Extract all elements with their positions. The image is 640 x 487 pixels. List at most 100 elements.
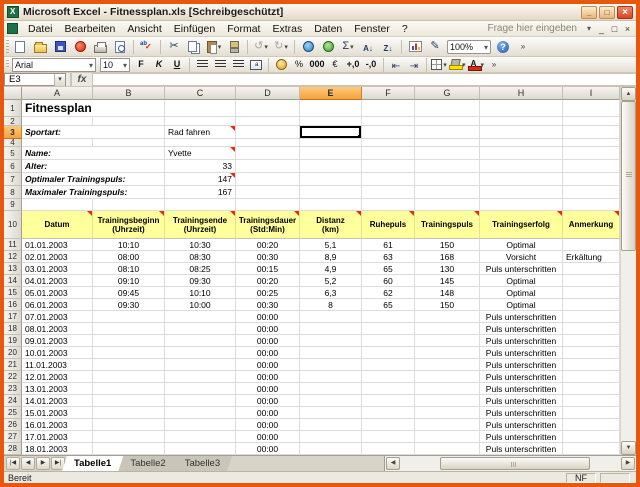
- table-cell[interactable]: 150: [415, 299, 480, 311]
- table-header-cell[interactable]: Anmerkung: [563, 211, 620, 239]
- spelling-icon[interactable]: [138, 38, 156, 55]
- decrease-indent-icon[interactable]: [388, 58, 404, 72]
- new-icon[interactable]: [11, 38, 29, 55]
- table-cell[interactable]: 11.01.2003: [22, 359, 93, 371]
- table-cell[interactable]: 00:00: [236, 431, 300, 443]
- table-header-cell[interactable]: Datum: [22, 211, 93, 239]
- table-cell[interactable]: Puls unterschritten: [480, 371, 563, 383]
- horizontal-scrollbar-thumb[interactable]: [440, 457, 590, 470]
- table-cell[interactable]: [563, 419, 620, 431]
- cell[interactable]: [415, 100, 480, 117]
- table-cell[interactable]: [563, 347, 620, 359]
- menu-datei[interactable]: Datei: [22, 22, 59, 36]
- table-cell[interactable]: 16.01.2003: [22, 419, 93, 431]
- minimize-button[interactable]: [581, 5, 597, 19]
- table-cell[interactable]: [165, 359, 236, 371]
- formula-input[interactable]: [92, 73, 636, 86]
- question-box[interactable]: Frage hier eingeben: [487, 23, 595, 34]
- table-cell[interactable]: [362, 359, 415, 371]
- table-cell[interactable]: 10:00: [165, 299, 236, 311]
- table-cell[interactable]: Puls unterschritten: [480, 395, 563, 407]
- table-cell[interactable]: [415, 359, 480, 371]
- table-cell[interactable]: Puls unterschritten: [480, 359, 563, 371]
- sort-descending-icon[interactable]: [379, 38, 397, 55]
- table-cell[interactable]: [415, 419, 480, 431]
- cell[interactable]: [236, 139, 300, 147]
- cell-label[interactable]: Name:: [22, 147, 165, 160]
- table-cell[interactable]: 08.01.2003: [22, 323, 93, 335]
- cell[interactable]: [480, 160, 563, 173]
- borders-icon[interactable]: ▾: [431, 58, 447, 72]
- table-cell[interactable]: 02.01.2003: [22, 251, 93, 263]
- row-header-7[interactable]: 7: [4, 173, 22, 186]
- table-cell[interactable]: 09.01.2003: [22, 335, 93, 347]
- table-cell[interactable]: [362, 371, 415, 383]
- maximize-button[interactable]: [599, 5, 615, 19]
- table-cell[interactable]: [165, 347, 236, 359]
- menu-extras[interactable]: Extras: [266, 22, 308, 36]
- paste-icon[interactable]: ▾: [205, 38, 223, 55]
- table-cell[interactable]: [93, 335, 165, 347]
- cell[interactable]: [480, 100, 563, 117]
- table-cell[interactable]: Puls unterschritten: [480, 407, 563, 419]
- table-cell[interactable]: Optimal: [480, 239, 563, 251]
- cell[interactable]: [362, 173, 415, 186]
- cell[interactable]: [362, 186, 415, 199]
- scroll-right-icon[interactable]: ▶: [621, 457, 635, 470]
- table-cell[interactable]: Puls unterschritten: [480, 383, 563, 395]
- cell[interactable]: [165, 117, 236, 126]
- cell[interactable]: [300, 139, 362, 147]
- row-header-10[interactable]: 10: [4, 211, 22, 239]
- table-cell[interactable]: Puls unterschritten: [480, 419, 563, 431]
- table-cell[interactable]: 00:20: [236, 239, 300, 251]
- row-header-5[interactable]: 5: [4, 147, 22, 160]
- research-icon[interactable]: [319, 38, 337, 55]
- print-preview-icon[interactable]: [111, 38, 129, 55]
- table-cell[interactable]: Puls unterschritten: [480, 431, 563, 443]
- table-cell[interactable]: [415, 407, 480, 419]
- fill-color-icon[interactable]: ▾: [449, 58, 466, 72]
- column-header-G[interactable]: G: [415, 87, 480, 100]
- table-cell[interactable]: [563, 275, 620, 287]
- row-header-24[interactable]: 24: [4, 395, 22, 407]
- table-cell[interactable]: 01.01.2003: [22, 239, 93, 251]
- table-cell[interactable]: 5,1: [300, 239, 362, 251]
- cell-value[interactable]: 147: [165, 173, 236, 186]
- cell[interactable]: [362, 117, 415, 126]
- table-cell[interactable]: [362, 407, 415, 419]
- toolbar-options-icon[interactable]: [486, 58, 502, 72]
- cell[interactable]: [415, 173, 480, 186]
- table-cell[interactable]: 09:30: [165, 275, 236, 287]
- cell[interactable]: [93, 199, 165, 211]
- cell-title[interactable]: Fitnessplan: [22, 100, 165, 117]
- table-cell[interactable]: 4,9: [300, 263, 362, 275]
- cell[interactable]: [362, 160, 415, 173]
- cell-value[interactable]: 167: [165, 186, 236, 199]
- cell[interactable]: [236, 100, 300, 117]
- table-cell[interactable]: [415, 323, 480, 335]
- table-cell[interactable]: [300, 443, 362, 455]
- cell[interactable]: [236, 126, 300, 139]
- row-header-11[interactable]: 11: [4, 239, 22, 251]
- select-all-corner[interactable]: [4, 87, 22, 100]
- name-box[interactable]: E3 ▾: [4, 73, 66, 86]
- decrease-decimal-icon[interactable]: -,0: [363, 58, 379, 72]
- table-cell[interactable]: 00:30: [236, 251, 300, 263]
- table-cell[interactable]: Puls unterschritten: [480, 335, 563, 347]
- cell[interactable]: [563, 126, 620, 139]
- column-header-A[interactable]: A: [22, 87, 93, 100]
- table-cell[interactable]: [415, 335, 480, 347]
- table-cell[interactable]: 09:30: [93, 299, 165, 311]
- cell[interactable]: [415, 139, 480, 147]
- scroll-down-icon[interactable]: ▼: [621, 441, 636, 455]
- table-cell[interactable]: [563, 287, 620, 299]
- table-cell[interactable]: [415, 443, 480, 455]
- table-cell[interactable]: Puls unterschritten: [480, 443, 563, 455]
- table-cell[interactable]: Optimal: [480, 299, 563, 311]
- row-header-17[interactable]: 17: [4, 311, 22, 323]
- table-cell[interactable]: [165, 431, 236, 443]
- permission-icon[interactable]: [71, 38, 89, 55]
- table-cell[interactable]: [300, 347, 362, 359]
- table-cell[interactable]: [300, 395, 362, 407]
- cell[interactable]: [415, 117, 480, 126]
